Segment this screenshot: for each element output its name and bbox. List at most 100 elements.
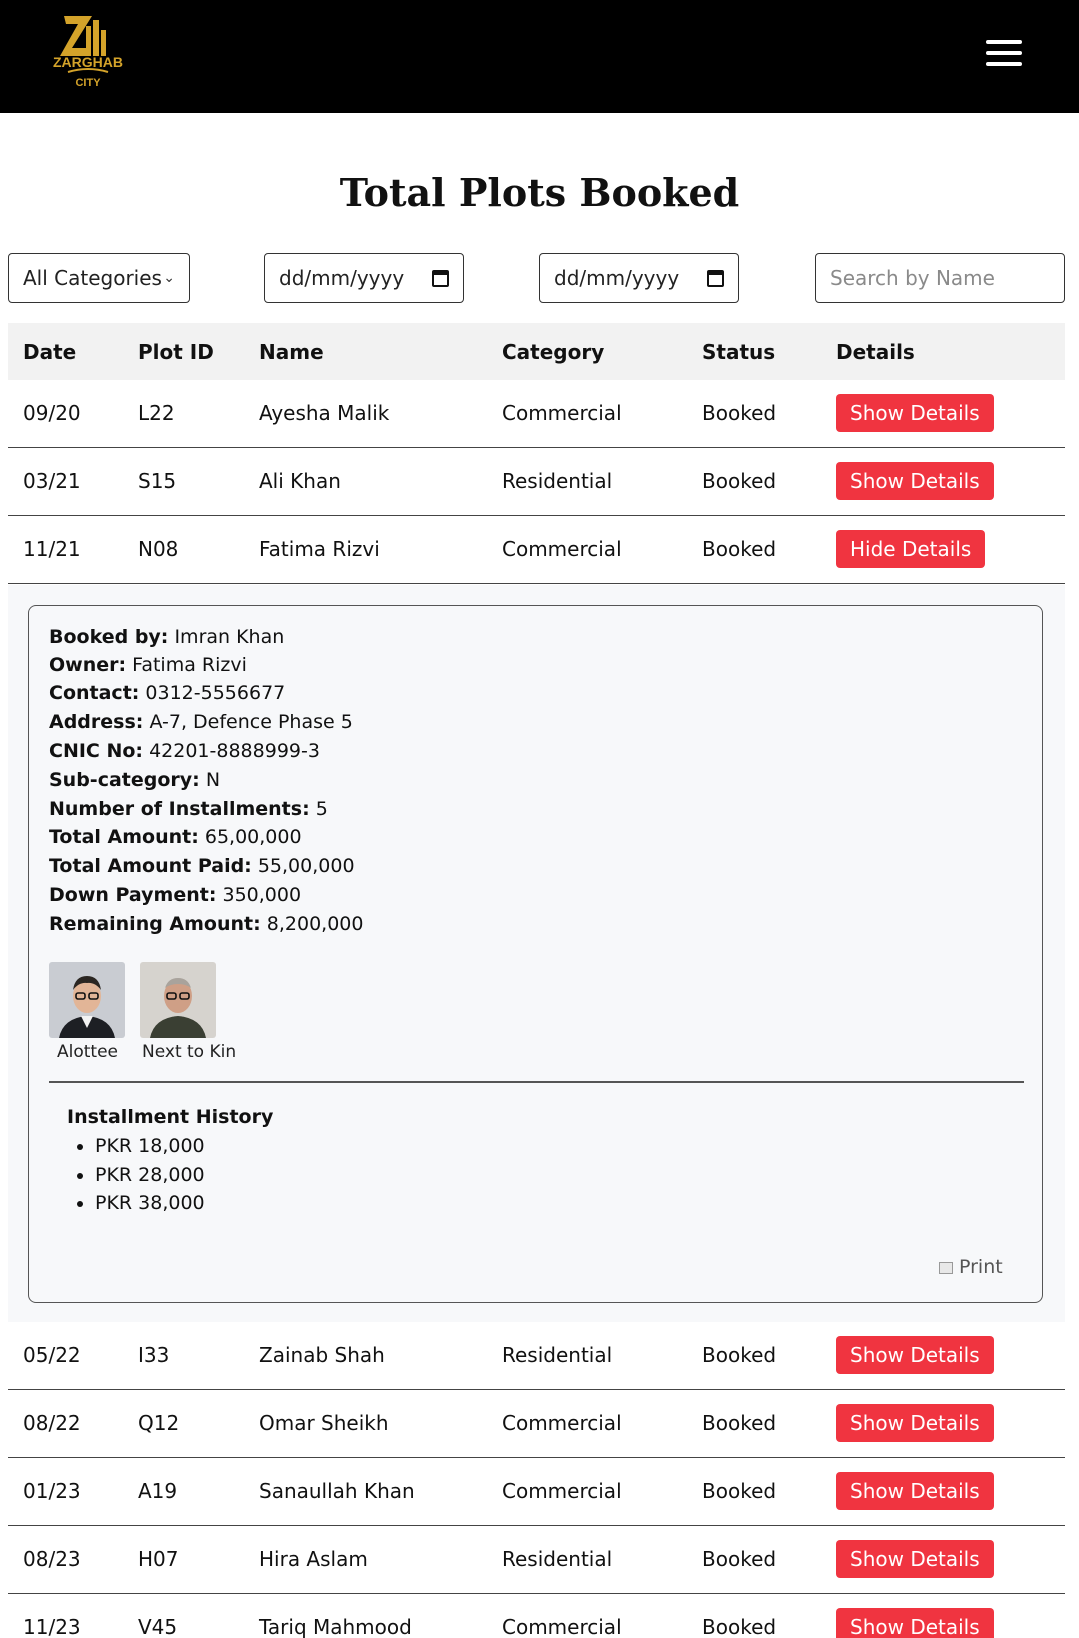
header-status: Status bbox=[702, 340, 776, 364]
cell-plot-id: Q12 bbox=[138, 1411, 180, 1435]
show-details-button[interactable]: Show Details bbox=[836, 1540, 994, 1578]
cell-plot-id: I33 bbox=[138, 1343, 170, 1367]
cell-name: Hira Aslam bbox=[259, 1547, 368, 1571]
header-date: Date bbox=[23, 340, 77, 364]
cell-date: 11/21 bbox=[23, 537, 81, 561]
show-details-button[interactable]: Show Details bbox=[836, 1608, 994, 1638]
detail-booked-by: Booked by: Imran Khan bbox=[49, 626, 285, 648]
cell-name: Ayesha Malik bbox=[259, 401, 390, 425]
cell-status: Booked bbox=[702, 401, 777, 425]
detail-down-payment: Down Payment: 350,000 bbox=[49, 884, 302, 906]
cell-date: 05/22 bbox=[23, 1343, 81, 1367]
cell-name: Zainab Shah bbox=[259, 1343, 385, 1367]
cell-plot-id: S15 bbox=[138, 469, 177, 493]
detail-total-amount: Total Amount: 65,00,000 bbox=[49, 826, 302, 848]
cell-plot-id: A19 bbox=[138, 1479, 178, 1503]
show-details-button[interactable]: Show Details bbox=[836, 394, 994, 432]
cell-status: Booked bbox=[702, 1615, 777, 1638]
print-button[interactable]: Print bbox=[939, 1256, 1003, 1278]
cell-date: 01/23 bbox=[23, 1479, 81, 1503]
alottee-photo[interactable] bbox=[49, 962, 125, 1038]
detail-cnic: CNIC No: 42201-8888999-3 bbox=[49, 740, 320, 762]
show-details-button[interactable]: Show Details bbox=[836, 1404, 994, 1442]
table-row: 11/23 V45 Tariq Mahmood Commercial Booke… bbox=[8, 1594, 1065, 1638]
date-from-placeholder: dd/mm/yyyy bbox=[279, 266, 405, 290]
hamburger-menu-icon[interactable] bbox=[986, 38, 1022, 68]
printer-icon bbox=[939, 1261, 953, 1274]
detail-remaining-amount: Remaining Amount: 8,200,000 bbox=[49, 913, 364, 935]
cell-plot-id: N08 bbox=[138, 537, 179, 561]
detail-sub-category: Sub-category: N bbox=[49, 769, 221, 791]
installment-item: PKR 28,000 bbox=[77, 1164, 205, 1186]
top-navbar: ZARGHAB CITY bbox=[0, 0, 1079, 113]
installment-history-title: Installment History bbox=[67, 1106, 274, 1128]
category-select-value: All Categories bbox=[23, 266, 162, 290]
chevron-down-icon: ⌄ bbox=[163, 270, 175, 286]
cell-status: Booked bbox=[702, 1411, 777, 1435]
cell-date: 08/22 bbox=[23, 1411, 81, 1435]
cell-plot-id: L22 bbox=[138, 401, 175, 425]
cell-date: 03/21 bbox=[23, 469, 81, 493]
cell-plot-id: V45 bbox=[138, 1615, 178, 1638]
details-panel: Booked by: Imran Khan Owner: Fatima Rizv… bbox=[8, 585, 1065, 1322]
date-from-input[interactable]: dd/mm/yyyy bbox=[264, 253, 464, 303]
zarghab-city-logo[interactable]: ZARGHAB CITY bbox=[46, 12, 130, 94]
calendar-icon[interactable] bbox=[432, 269, 449, 287]
logo-text-bottom: CITY bbox=[75, 77, 101, 89]
header-name: Name bbox=[259, 340, 324, 364]
show-details-button[interactable]: Show Details bbox=[836, 462, 994, 500]
page-title: Total Plots Booked bbox=[339, 170, 740, 215]
cell-name: Tariq Mahmood bbox=[259, 1615, 412, 1638]
table-header: Date Plot ID Name Category Status Detail… bbox=[8, 323, 1065, 380]
cell-plot-id: H07 bbox=[138, 1547, 179, 1571]
detail-owner: Owner: Fatima Rizvi bbox=[49, 654, 247, 676]
detail-total-paid: Total Amount Paid: 55,00,000 bbox=[49, 855, 355, 877]
search-input[interactable]: Search by Name bbox=[815, 253, 1065, 303]
detail-installments-count: Number of Installments: 5 bbox=[49, 798, 328, 820]
cell-category: Residential bbox=[502, 1343, 613, 1367]
cell-date: 08/23 bbox=[23, 1547, 81, 1571]
table-row: 09/20 L22 Ayesha Malik Commercial Booked… bbox=[8, 380, 1065, 448]
next-to-kin-caption: Next to Kin bbox=[142, 1042, 237, 1062]
cell-category: Commercial bbox=[502, 1411, 622, 1435]
hide-details-button[interactable]: Hide Details bbox=[836, 530, 986, 568]
table-row: 05/22 I33 Zainab Shah Residential Booked… bbox=[8, 1322, 1065, 1390]
cell-status: Booked bbox=[702, 1343, 777, 1367]
header-details: Details bbox=[836, 340, 915, 364]
cell-status: Booked bbox=[702, 537, 777, 561]
category-select[interactable]: All Categories ⌄ bbox=[8, 253, 190, 303]
table-row: 01/23 A19 Sanaullah Khan Commercial Book… bbox=[8, 1458, 1065, 1526]
header-plot-id: Plot ID bbox=[138, 340, 214, 364]
cell-category: Residential bbox=[502, 1547, 613, 1571]
cell-name: Fatima Rizvi bbox=[259, 537, 380, 561]
cell-status: Booked bbox=[702, 469, 777, 493]
cell-category: Commercial bbox=[502, 1615, 622, 1638]
calendar-icon[interactable] bbox=[707, 269, 724, 287]
cell-name: Ali Khan bbox=[259, 469, 341, 493]
cell-category: Commercial bbox=[502, 401, 622, 425]
installment-item: PKR 38,000 bbox=[77, 1192, 205, 1214]
show-details-button[interactable]: Show Details bbox=[836, 1336, 994, 1374]
date-to-input[interactable]: dd/mm/yyyy bbox=[539, 253, 739, 303]
search-placeholder: Search by Name bbox=[830, 266, 995, 290]
detail-address: Address: A-7, Defence Phase 5 bbox=[49, 711, 353, 733]
table-row: 08/23 H07 Hira Aslam Residential Booked … bbox=[8, 1526, 1065, 1594]
show-details-button[interactable]: Show Details bbox=[836, 1472, 994, 1510]
detail-contact: Contact: 0312-5556677 bbox=[49, 682, 286, 704]
installment-item: PKR 18,000 bbox=[77, 1135, 205, 1157]
details-card: Booked by: Imran Khan Owner: Fatima Rizv… bbox=[28, 605, 1043, 1303]
cell-date: 11/23 bbox=[23, 1615, 81, 1638]
cell-category: Commercial bbox=[502, 1479, 622, 1503]
cell-status: Booked bbox=[702, 1547, 777, 1571]
table-row: 11/21 N08 Fatima Rizvi Commercial Booked… bbox=[8, 516, 1065, 584]
date-to-placeholder: dd/mm/yyyy bbox=[554, 266, 680, 290]
cell-date: 09/20 bbox=[23, 401, 81, 425]
divider bbox=[49, 1081, 1024, 1083]
cell-name: Omar Sheikh bbox=[259, 1411, 389, 1435]
table-row: 08/22 Q12 Omar Sheikh Commercial Booked … bbox=[8, 1390, 1065, 1458]
header-category: Category bbox=[502, 340, 605, 364]
table-row: 03/21 S15 Ali Khan Residential Booked Sh… bbox=[8, 448, 1065, 516]
cell-name: Sanaullah Khan bbox=[259, 1479, 415, 1503]
logo-text-top: ZARGHAB bbox=[53, 54, 123, 70]
next-to-kin-photo[interactable] bbox=[140, 962, 216, 1038]
